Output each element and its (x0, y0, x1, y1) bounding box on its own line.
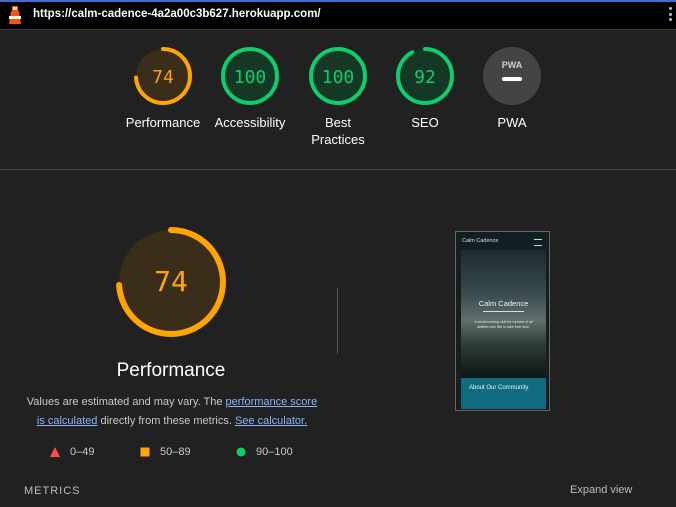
url-bar: https://calm-cadence-4a2a00c3b627.heroku… (0, 0, 676, 30)
performance-gauge: 74 (116, 227, 226, 337)
thumb-navbar: Calm Cadence (456, 232, 549, 250)
hamburger-icon (534, 239, 542, 246)
gauge-label: Performance (125, 115, 201, 130)
gauge-seo[interactable]: 92 SEO (380, 46, 470, 131)
score-value: 100 (322, 67, 355, 88)
desc-prefix: Values are estimated and may vary. The (26, 396, 226, 408)
gauge-label: PWA (497, 115, 527, 130)
performance-description: Values are estimated and may vary. The p… (24, 393, 320, 431)
thumb-hero: Calm Cadence A social running club for r… (461, 250, 546, 378)
pwa-badge-text: PWA (502, 60, 523, 70)
triangle-icon (50, 447, 60, 457)
gauge-best-practices[interactable]: 100 Best Practices (293, 46, 383, 148)
audited-url[interactable]: https://calm-cadence-4a2a00c3b627.heroku… (33, 8, 321, 20)
legend-range: 50–89 (160, 446, 191, 458)
expand-view-button[interactable]: Expand view (570, 484, 632, 496)
vertical-divider (337, 288, 338, 354)
more-options-icon[interactable] (668, 7, 674, 23)
thumb-hero-subtitle: A social running club for runners of all… (474, 320, 533, 329)
gauge-accessibility[interactable]: 100 Accessibility (205, 46, 295, 131)
performance-score: 74 (154, 265, 188, 298)
thumb-footer: About Our Community (461, 378, 546, 409)
circle-icon (236, 447, 246, 457)
legend-range: 90–100 (256, 446, 293, 458)
legend-range: 0–49 (70, 446, 95, 458)
pwa-badge-icon: PWA (483, 47, 541, 105)
thumb-road-image (461, 354, 546, 378)
score-value: 92 (414, 67, 436, 88)
score-value: 74 (152, 67, 174, 88)
gauge-pwa[interactable]: PWA PWA (467, 46, 557, 131)
score-value: 100 (234, 67, 267, 88)
metrics-heading: METRICS (24, 485, 81, 497)
category-summary: 74 Performance 100 Accessibility 100 Bes… (0, 30, 676, 170)
lighthouse-logo-icon (9, 6, 21, 24)
gauge-ring: 100 (221, 47, 279, 105)
gauge-performance[interactable]: 74 Performance (118, 46, 208, 131)
calculator-link[interactable]: See calculator. (235, 415, 307, 427)
thumb-brand: Calm Cadence (462, 238, 499, 244)
gauge-ring: 100 (309, 47, 367, 105)
desc-middle: directly from these metrics. (97, 415, 235, 427)
gauge-label: Best Practices (311, 115, 365, 147)
gauge-label: Accessibility (214, 115, 286, 130)
thumb-footer-text: About Our Community (469, 385, 529, 391)
page-screenshot-thumbnail[interactable]: Calm Cadence Calm Cadence A social runni… (455, 231, 550, 411)
performance-title: Performance (116, 360, 226, 381)
gauge-label: SEO (411, 115, 439, 130)
gauge-ring: 92 (396, 47, 454, 105)
thumb-hero-title: Calm Cadence (478, 299, 529, 308)
thumb-hero-divider (483, 311, 524, 312)
square-icon (140, 447, 150, 457)
gauge-ring: 74 (134, 47, 192, 105)
